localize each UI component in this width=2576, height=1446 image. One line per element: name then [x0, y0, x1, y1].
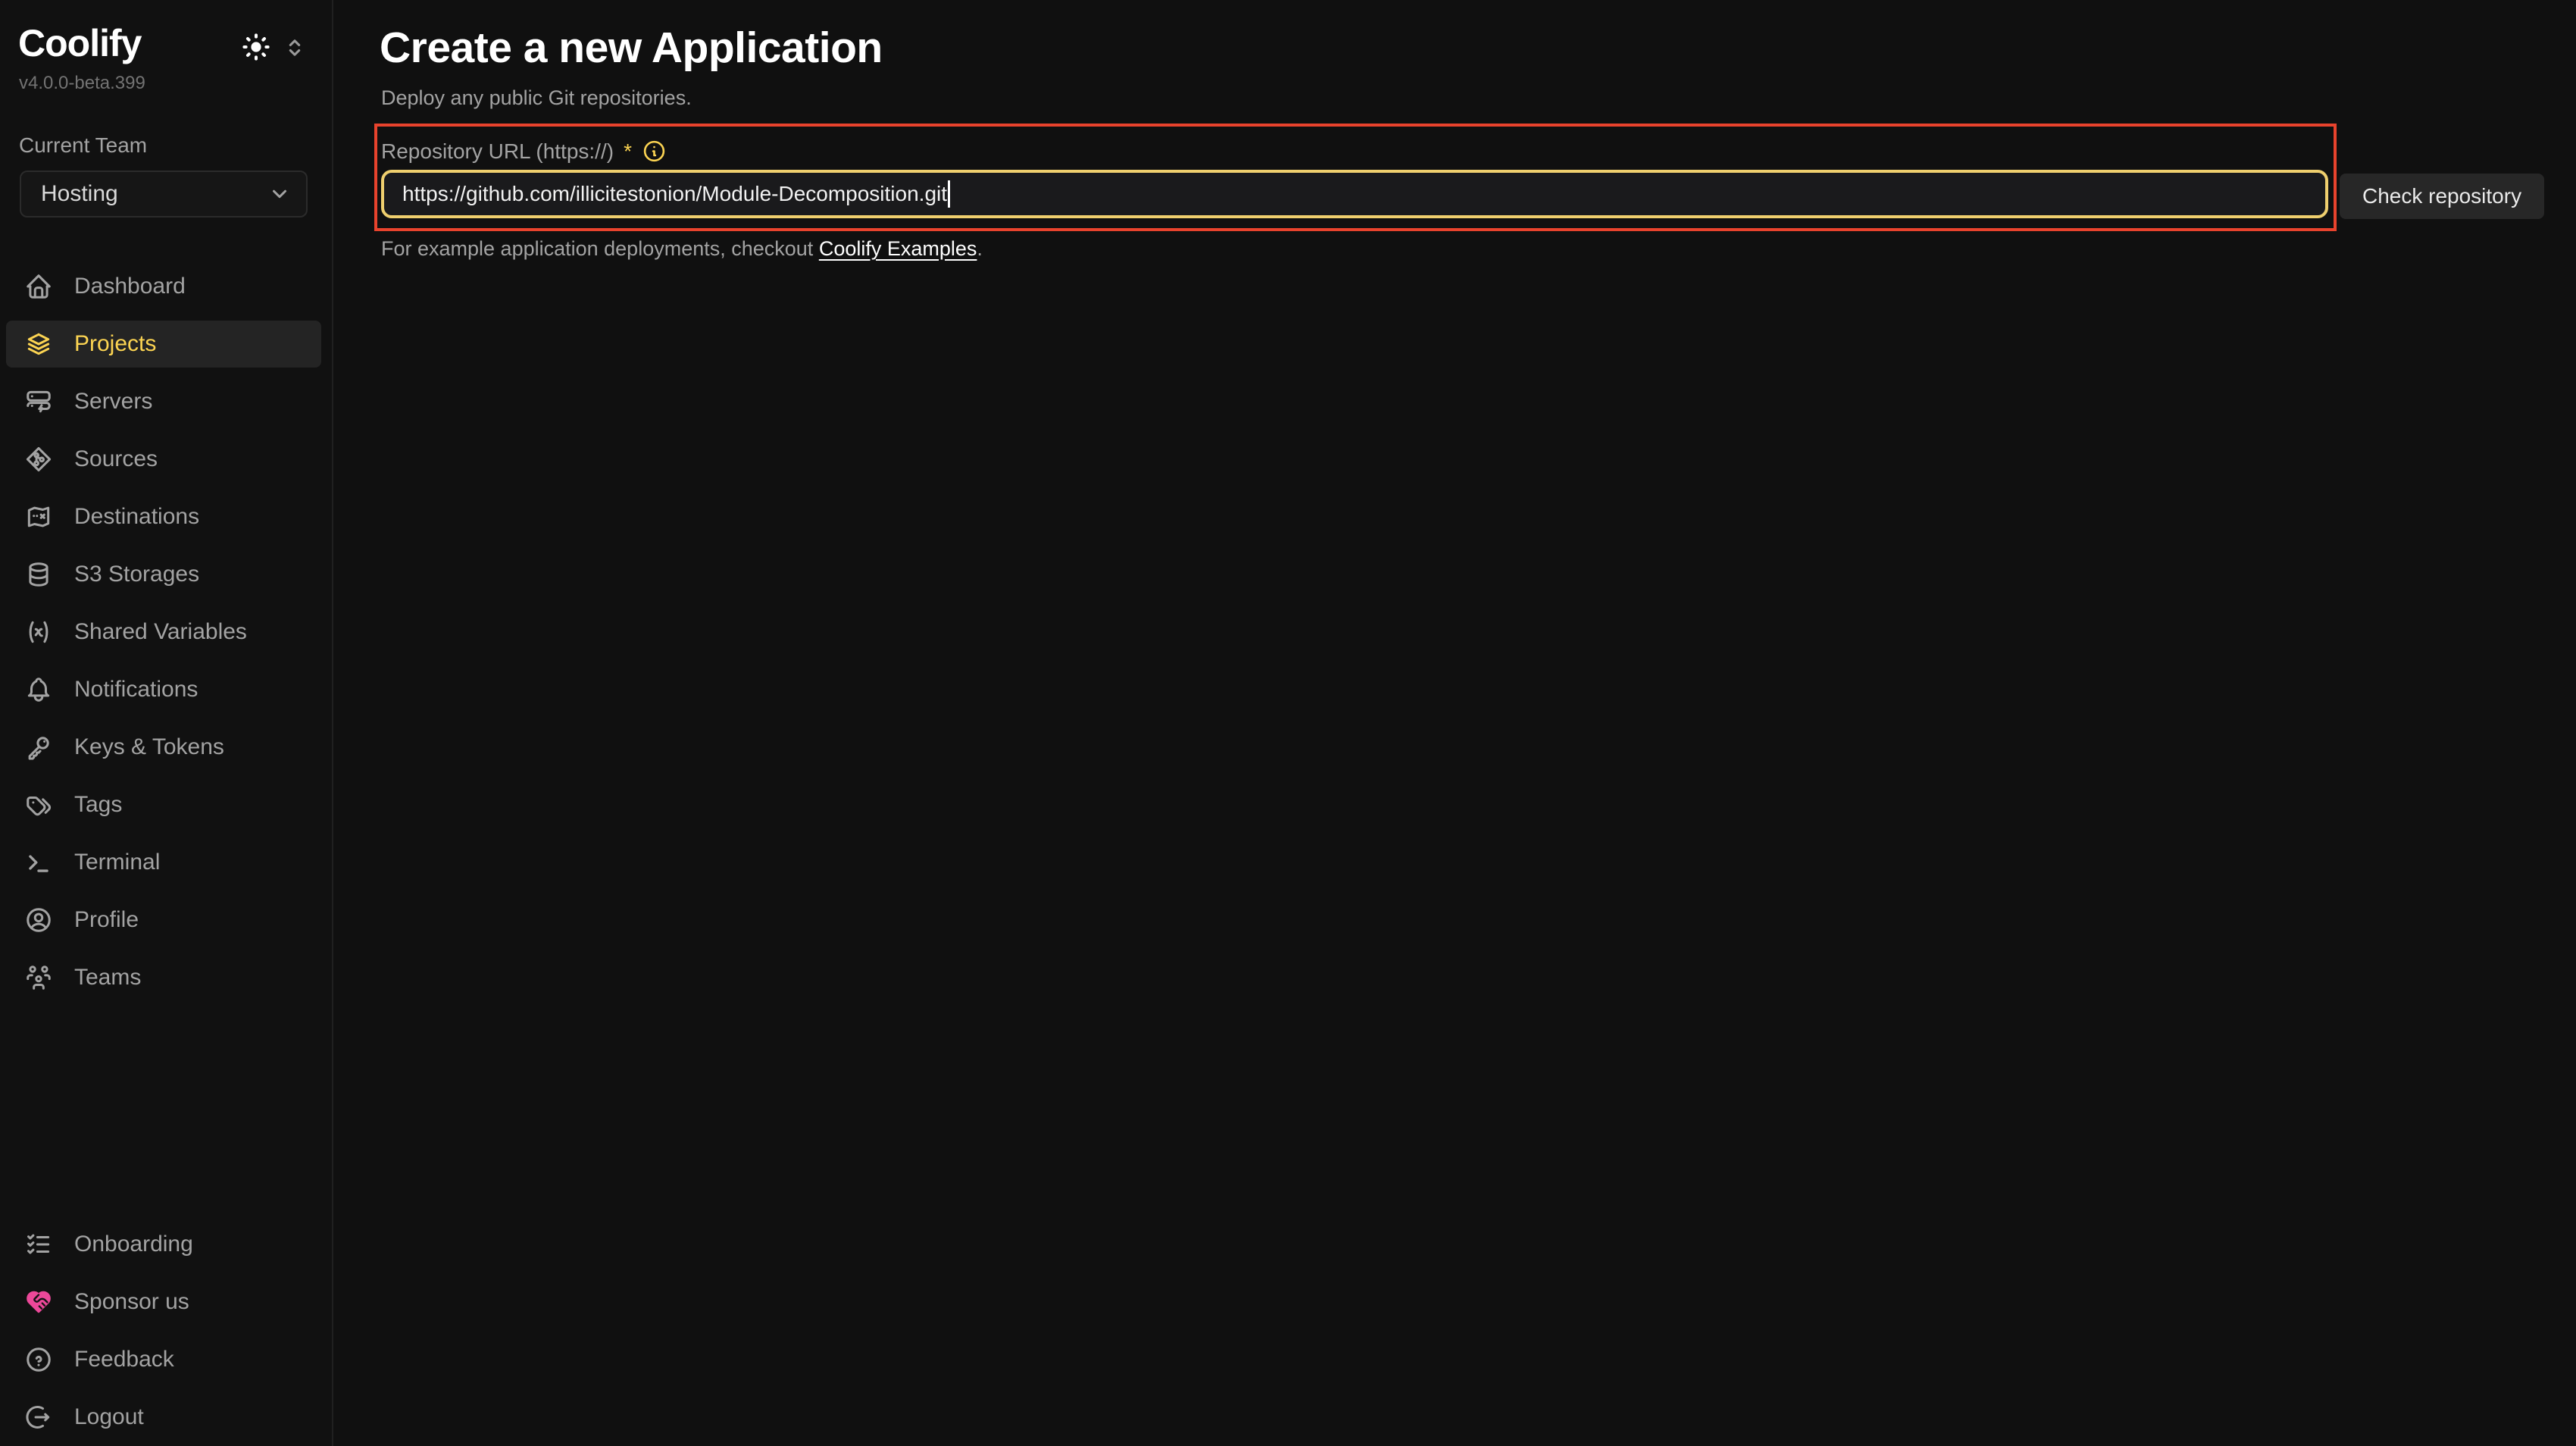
- team-select[interactable]: Hosting: [20, 171, 308, 218]
- sidebar-item-terminal[interactable]: Terminal: [6, 839, 321, 886]
- repository-url-label-row: Repository URL (https://) *: [381, 139, 667, 164]
- users-group-icon: [24, 963, 53, 992]
- page-subtitle: Deploy any public Git repositories.: [381, 86, 692, 110]
- sidebar-item-s3-storages[interactable]: S3 Storages: [6, 551, 321, 598]
- sidebar-item-projects[interactable]: Projects: [6, 321, 321, 368]
- sidebar-item-logout[interactable]: Logout: [6, 1394, 321, 1441]
- user-circle-icon: [24, 906, 53, 934]
- tags-icon: [24, 790, 53, 819]
- database-icon: [24, 560, 53, 589]
- bell-icon: [24, 675, 53, 704]
- logout-icon: [24, 1403, 53, 1432]
- team-select-value: Hosting: [41, 181, 118, 207]
- sidebar-item-destinations[interactable]: Destinations: [6, 493, 321, 540]
- checklist-icon: [24, 1230, 53, 1259]
- sidebar-item-label: S3 Storages: [74, 562, 199, 587]
- sidebar-item-label: Logout: [74, 1404, 144, 1430]
- text-caret: [948, 180, 950, 208]
- sidebar-item-keys-tokens[interactable]: Keys & Tokens: [6, 724, 321, 771]
- info-circle-icon[interactable]: [642, 139, 667, 164]
- sidebar-item-label: Keys & Tokens: [74, 734, 224, 760]
- helper-suffix: .: [977, 237, 983, 260]
- coolify-examples-link[interactable]: Coolify Examples: [819, 237, 977, 260]
- server-icon: [24, 387, 53, 416]
- current-team-label: Current Team: [19, 133, 147, 158]
- sidebar-item-label: Onboarding: [74, 1232, 193, 1257]
- sidebar-item-shared-variables[interactable]: Shared Variables: [6, 609, 321, 656]
- main-content: Create a new Application Deploy any publ…: [335, 0, 2576, 1446]
- sidebar-item-label: Servers: [74, 389, 152, 415]
- sidebar-nav: Dashboard Projects Servers: [6, 263, 321, 1001]
- sidebar-item-label: Dashboard: [74, 274, 186, 299]
- selector-chevrons-icon[interactable]: [282, 35, 308, 61]
- destinations-map-icon: [24, 502, 53, 531]
- sidebar-item-label: Notifications: [74, 677, 198, 703]
- sidebar-item-dashboard[interactable]: Dashboard: [6, 263, 321, 310]
- sidebar-item-label: Terminal: [74, 850, 160, 875]
- sidebar-item-sponsor-us[interactable]: Sponsor us: [6, 1279, 321, 1326]
- sidebar-item-feedback[interactable]: Feedback: [6, 1336, 321, 1383]
- sidebar-item-label: Projects: [74, 331, 156, 357]
- helper-prefix: For example application deployments, che…: [381, 237, 813, 260]
- home-icon: [24, 272, 53, 301]
- app-version: v4.0.0-beta.399: [19, 73, 145, 94]
- sidebar-item-teams[interactable]: Teams: [6, 954, 321, 1001]
- heart-handshake-icon: [24, 1288, 53, 1316]
- sidebar-item-label: Tags: [74, 792, 122, 818]
- sidebar-item-label: Feedback: [74, 1347, 174, 1372]
- required-asterisk: *: [624, 139, 632, 164]
- sidebar-item-sources[interactable]: Sources: [6, 436, 321, 483]
- helper-text: For example application deployments, che…: [381, 237, 983, 261]
- layers-icon: [24, 330, 53, 358]
- sidebar-item-label: Sponsor us: [74, 1289, 189, 1315]
- sidebar-item-onboarding[interactable]: Onboarding: [6, 1221, 321, 1268]
- repository-url-value: https://github.com/illicitestonion/Modul…: [402, 182, 947, 206]
- git-source-icon: [24, 445, 53, 474]
- variables-icon: [24, 618, 53, 646]
- check-repository-button[interactable]: Check repository: [2340, 174, 2544, 219]
- sidebar-item-profile[interactable]: Profile: [6, 897, 321, 944]
- chevron-down-icon: [268, 183, 291, 205]
- sidebar-item-notifications[interactable]: Notifications: [6, 666, 321, 713]
- sidebar-item-tags[interactable]: Tags: [6, 781, 321, 828]
- sidebar-item-servers[interactable]: Servers: [6, 378, 321, 425]
- sidebar-item-label: Profile: [74, 907, 139, 933]
- repository-url-input[interactable]: https://github.com/illicitestonion/Modul…: [381, 170, 2328, 218]
- key-icon: [24, 733, 53, 762]
- sidebar-item-label: Sources: [74, 446, 158, 472]
- help-circle-icon: [24, 1345, 53, 1374]
- sidebar-item-label: Teams: [74, 965, 141, 991]
- sidebar-footer-nav: Onboarding Sponsor us Feedback: [6, 1221, 321, 1441]
- sidebar: Coolify v4.0.0-beta.399 Current Team Hos…: [0, 0, 333, 1446]
- sidebar-item-label: Destinations: [74, 504, 199, 530]
- repository-url-label: Repository URL (https://): [381, 139, 614, 164]
- terminal-icon: [24, 848, 53, 877]
- sidebar-item-label: Shared Variables: [74, 619, 247, 645]
- app-logo: Coolify: [18, 21, 141, 65]
- page-title: Create a new Application: [380, 23, 883, 73]
- theme-toggle-sun-icon[interactable]: [239, 30, 273, 64]
